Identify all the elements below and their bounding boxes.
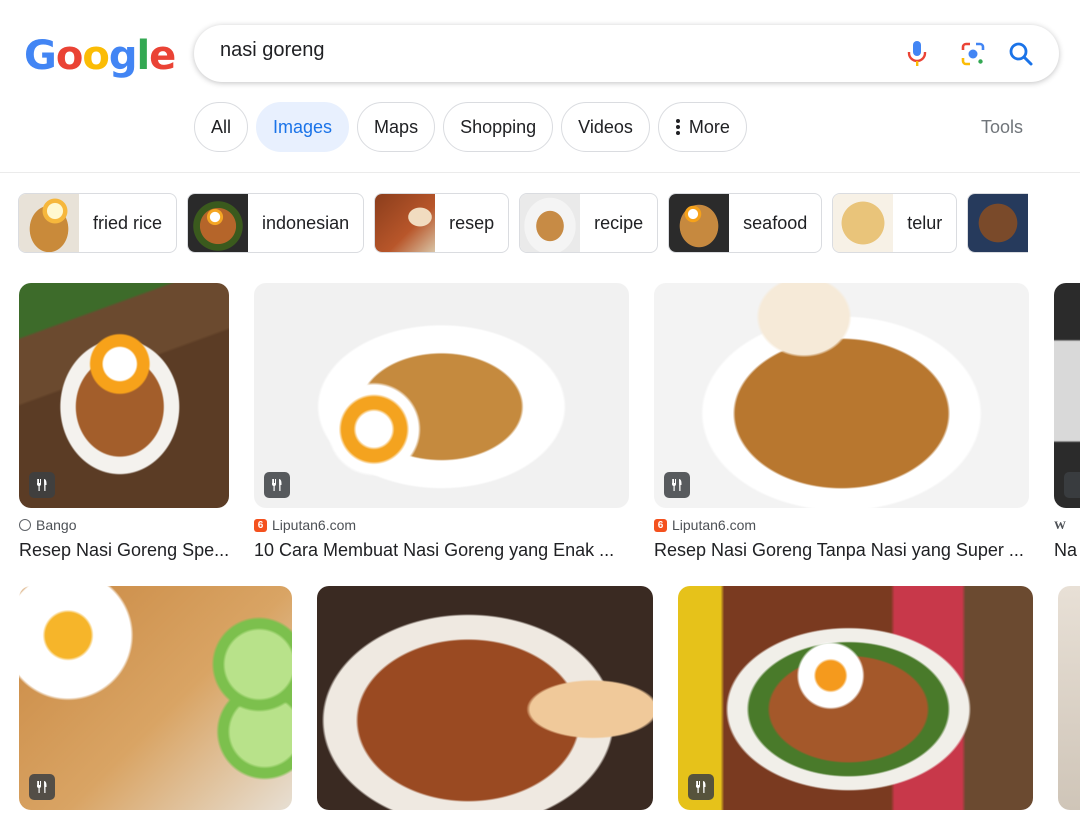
result-card[interactable]	[1058, 586, 1080, 810]
tab-images[interactable]: Images	[256, 102, 350, 152]
recipe-fork-knife-icon	[264, 472, 290, 498]
search-tabs: All Images Maps Shopping Videos More	[194, 102, 747, 152]
search-box	[194, 25, 1059, 82]
tab-label: Images	[273, 116, 333, 137]
chip-label: resep	[449, 212, 495, 233]
result-card[interactable]	[317, 586, 653, 810]
result-image	[678, 586, 1033, 810]
recipe-fork-knife-icon	[29, 472, 55, 498]
chip-seafood[interactable]: seafood	[668, 193, 823, 253]
tab-maps[interactable]: Maps	[357, 102, 436, 152]
result-source: Liputan6.com	[672, 517, 757, 533]
search-input[interactable]	[220, 39, 840, 62]
result-title: Na	[1054, 540, 1078, 560]
chip-thumbnail	[833, 194, 894, 252]
logo-letter: G	[24, 33, 57, 79]
result-image	[317, 586, 653, 810]
result-source: Liputan6.com	[272, 517, 357, 533]
recipe-fork-knife-icon	[1064, 472, 1080, 498]
chip-label: seafood	[743, 212, 808, 233]
more-dots-icon	[675, 119, 680, 135]
logo-letter: e	[149, 33, 176, 79]
mic-icon[interactable]	[902, 39, 932, 69]
globe-icon	[19, 519, 31, 531]
search-icon[interactable]	[1006, 39, 1036, 69]
chip-more[interactable]	[967, 193, 1029, 253]
recipe-fork-knife-icon	[688, 774, 714, 800]
result-card[interactable]	[678, 586, 1033, 810]
result-image	[654, 283, 1029, 508]
chip-fried-rice[interactable]: fried rice	[18, 193, 178, 253]
tab-all[interactable]: All	[194, 102, 249, 152]
recipe-fork-knife-icon	[29, 774, 55, 800]
tab-more[interactable]: More	[657, 102, 747, 152]
result-image	[1054, 283, 1080, 508]
header-divider	[0, 172, 1080, 173]
result-image	[1058, 586, 1080, 810]
tab-shopping[interactable]: Shopping	[443, 102, 554, 152]
chip-resep[interactable]: resep	[374, 193, 510, 253]
liputan6-favicon: 6	[654, 518, 667, 532]
chip-label: fried rice	[93, 212, 163, 233]
tools-button[interactable]: Tools	[981, 117, 1023, 138]
chip-thumbnail	[669, 194, 730, 252]
liputan6-favicon: 6	[254, 518, 267, 532]
result-image	[254, 283, 629, 508]
result-image	[19, 283, 229, 508]
chip-thumbnail	[520, 194, 581, 252]
chip-recipe[interactable]: recipe	[519, 193, 659, 253]
result-card[interactable]: 6 Liputan6.com Resep Nasi Goreng Tanpa Na…	[654, 283, 1029, 561]
result-card[interactable]: Bango Resep Nasi Goreng Spe...	[19, 283, 229, 561]
refinement-chips: fried rice indonesian resep recipe seafo…	[18, 193, 1029, 253]
chip-thumbnail	[19, 194, 79, 252]
result-card[interactable]: 6 Liputan6.com 10 Cara Membuat Nasi Goren…	[254, 283, 629, 561]
chip-label: indonesian	[262, 212, 350, 233]
result-title: 10 Cara Membuat Nasi Goreng yang Enak ..…	[254, 540, 615, 560]
google-logo[interactable]: Google	[24, 33, 176, 79]
chip-telur[interactable]: telur	[832, 193, 958, 253]
result-source: Bango	[36, 517, 77, 533]
chip-thumbnail	[968, 194, 1029, 252]
tab-label: Videos	[578, 116, 633, 137]
tab-videos[interactable]: Videos	[561, 102, 650, 152]
chip-indonesian[interactable]: indonesian	[187, 193, 365, 253]
logo-letter: o	[55, 33, 84, 79]
recipe-fork-knife-icon	[664, 472, 690, 498]
result-card[interactable]: W Na	[1054, 283, 1080, 561]
logo-letter: l	[136, 33, 150, 79]
result-title: Resep Nasi Goreng Tanpa Nasi yang Super …	[654, 540, 1024, 560]
result-title: Resep Nasi Goreng Spe...	[19, 540, 229, 560]
result-card[interactable]	[19, 586, 292, 810]
chip-thumbnail	[188, 194, 249, 252]
chip-label: recipe	[594, 212, 644, 233]
logo-letter: o	[82, 33, 110, 79]
tab-label: Shopping	[460, 116, 537, 137]
result-image	[19, 586, 292, 810]
chip-thumbnail	[375, 194, 436, 252]
result-source: W	[1054, 517, 1066, 532]
chip-label: telur	[907, 212, 943, 233]
tab-label: More	[688, 116, 730, 137]
logo-letter: g	[108, 33, 138, 79]
tab-label: Maps	[374, 116, 419, 137]
lens-icon[interactable]	[958, 39, 988, 69]
tab-label: All	[211, 116, 232, 137]
